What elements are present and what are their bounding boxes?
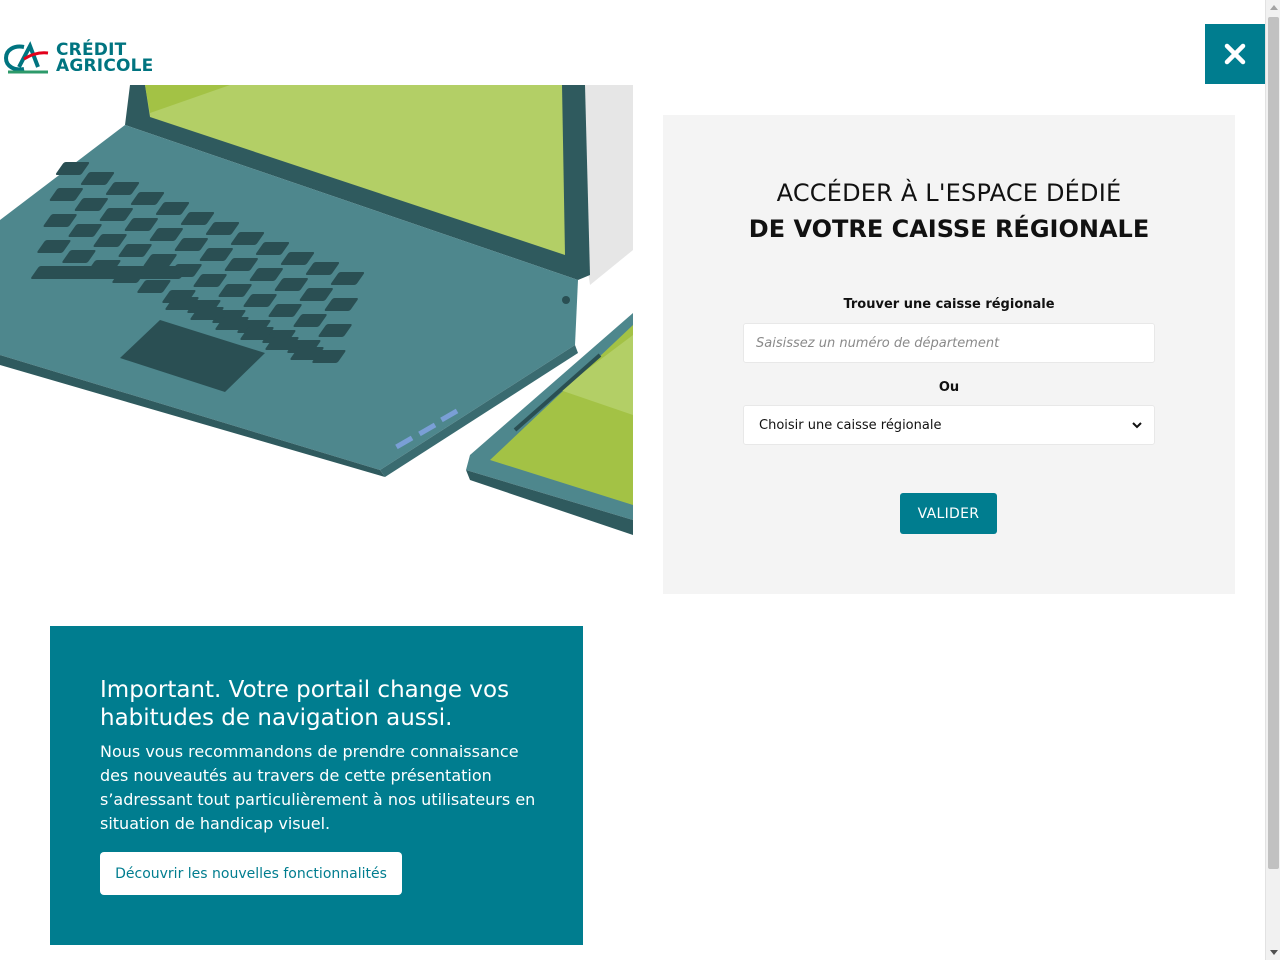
discover-features-button[interactable]: Découvrir les nouvelles fonctionnalités (100, 852, 402, 895)
close-icon (1224, 43, 1246, 65)
logo-wordmark: CRÉDIT AGRICOLE (56, 42, 154, 76)
panel-title: ACCÉDER À L'ESPACE DÉDIÉ DE VOTRE CAISSE… (663, 175, 1235, 247)
laptop-tablet-illustration (0, 85, 633, 535)
logo-line-2: AGRICOLE (56, 56, 154, 76)
regional-bank-panel: ACCÉDER À L'ESPACE DÉDIÉ DE VOTRE CAISSE… (663, 115, 1235, 594)
find-caisse-label: Trouver une caisse régionale (843, 297, 1055, 312)
important-info-box: Important. Votre portail change vos habi… (50, 626, 583, 945)
credit-agricole-logo[interactable]: CRÉDIT AGRICOLE (4, 40, 169, 76)
vertical-scrollbar[interactable] (1265, 0, 1280, 960)
close-button[interactable] (1205, 24, 1265, 84)
caisse-regionale-select[interactable]: Choisir une caisse régionale (743, 405, 1155, 445)
panel-title-line-2: DE VOTRE CAISSE RÉGIONALE (748, 215, 1150, 243)
validate-button[interactable]: VALIDER (900, 493, 997, 534)
caisse-select-value: Choisir une caisse régionale (759, 417, 942, 433)
laptop-illustration-image (0, 85, 633, 535)
scrollbar-thumb[interactable] (1268, 17, 1279, 869)
department-number-input[interactable] (743, 323, 1155, 363)
info-title: Important. Votre portail change vos habi… (100, 677, 510, 731)
or-separator-label: Ou (938, 380, 960, 395)
scroll-up-arrow-icon[interactable] (1266, 0, 1280, 15)
info-text: Nous vous recommandons de prendre connai… (100, 742, 536, 833)
chevron-down-icon (1132, 421, 1142, 428)
scroll-down-arrow-icon[interactable] (1266, 945, 1280, 960)
panel-title-line-1: ACCÉDER À L'ESPACE DÉDIÉ (776, 179, 1122, 207)
page: CRÉDIT AGRICOLE ACCÉDER À L'ESPACE DÉDIÉ… (0, 0, 1265, 960)
credit-agricole-emblem-icon (4, 41, 49, 74)
